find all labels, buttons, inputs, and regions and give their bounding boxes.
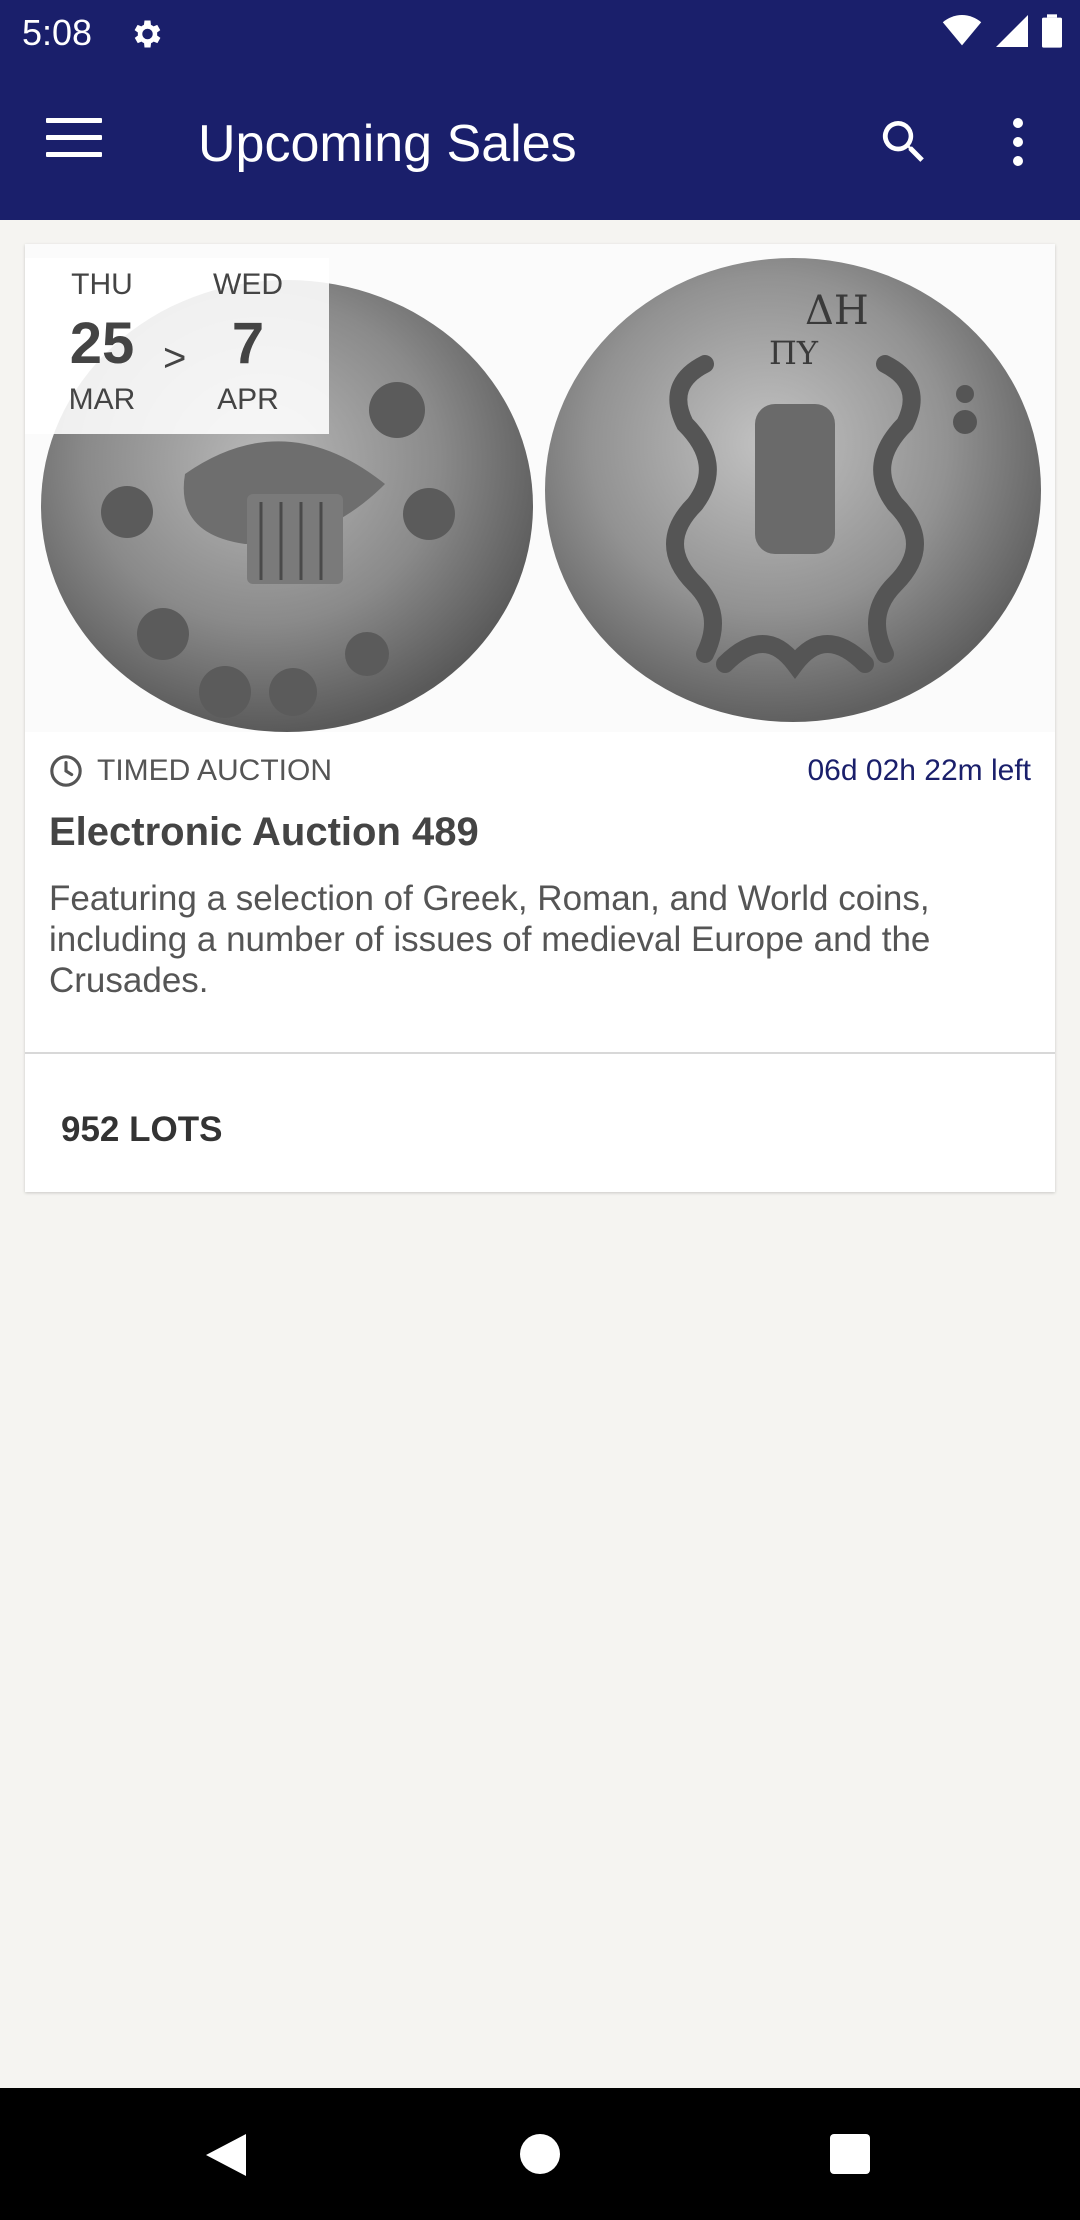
signal-icon <box>996 15 1028 47</box>
app-bar: Upcoming Sales <box>0 66 1080 220</box>
gear-icon <box>134 20 161 48</box>
system-nav-bar <box>0 2088 1080 2220</box>
status-bar: 5:08 <box>0 0 1080 66</box>
svg-text:ΠΥ: ΠΥ <box>769 334 819 372</box>
menu-icon[interactable] <box>46 118 102 158</box>
sale-card[interactable]: ΔΗ ΠΥ THU 25 MAR > WED 7 APR TIMED AUCTI… <box>25 244 1055 1192</box>
auction-type: TIMED AUCTION <box>97 754 333 787</box>
status-time: 5:08 <box>22 12 93 53</box>
start-date: THU 25 MAR <box>37 268 167 417</box>
date-range: THU 25 MAR > WED 7 APR <box>25 258 329 434</box>
svg-text:ΔΗ: ΔΗ <box>805 288 869 334</box>
home-icon[interactable] <box>520 2134 560 2174</box>
recents-icon[interactable] <box>830 2134 870 2174</box>
time-left: 06d 02h 22m left <box>807 754 1032 787</box>
start-month: MAR <box>68 383 136 416</box>
divider <box>25 1052 1055 1054</box>
search-icon[interactable] <box>876 114 932 170</box>
end-day-of-week: WED <box>213 268 283 301</box>
more-vert-icon[interactable] <box>1004 118 1032 166</box>
page-title: Upcoming Sales <box>198 115 577 173</box>
clock-icon <box>50 755 82 787</box>
back-icon[interactable] <box>204 2132 248 2178</box>
auction-info-row: TIMED AUCTION 06d 02h 22m left <box>49 752 1031 792</box>
start-day: 25 <box>69 311 135 376</box>
battery-icon <box>1042 14 1062 48</box>
lots-count-button[interactable]: 952 LOTS <box>61 1110 222 1150</box>
sale-title[interactable]: Electronic Auction 489 <box>49 810 479 855</box>
end-date: WED 7 APR <box>183 268 313 417</box>
sale-description: Featuring a selection of Greek, Roman, a… <box>49 879 931 1000</box>
end-month: APR <box>217 383 279 416</box>
end-day: 7 <box>231 311 265 376</box>
wifi-icon <box>942 15 982 46</box>
start-day-of-week: THU <box>71 268 133 301</box>
